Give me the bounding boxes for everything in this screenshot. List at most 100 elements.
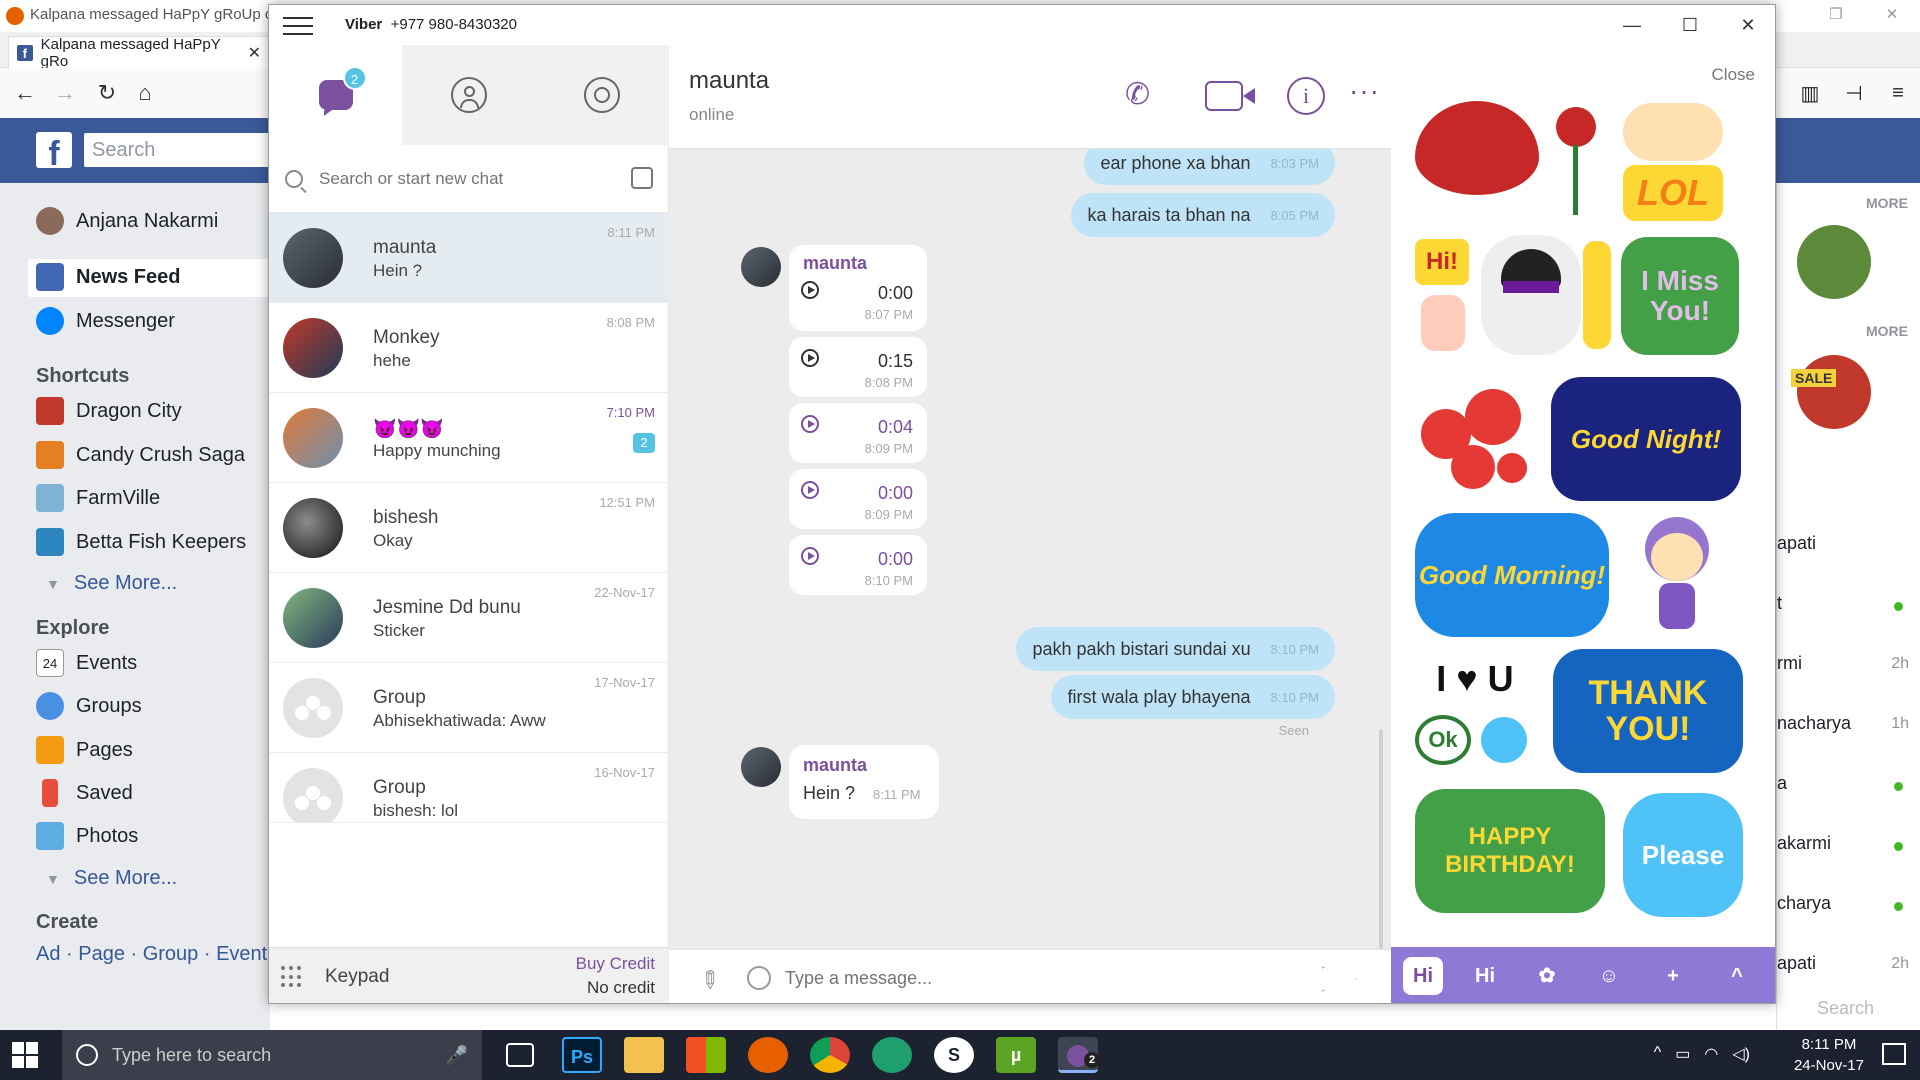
info-icon[interactable]: i (1287, 77, 1325, 115)
explore-saved[interactable]: Saved (36, 779, 133, 807)
sticker-please[interactable]: Please (1623, 793, 1743, 917)
contact-row[interactable]: charya (1777, 893, 1920, 921)
sticker-pack-hi[interactable]: Hi (1465, 957, 1505, 995)
game-thumbnail[interactable] (1797, 225, 1871, 299)
sticker-rose[interactable] (1553, 101, 1599, 221)
contact-row[interactable]: akarmi (1777, 833, 1920, 861)
close-icon[interactable]: ✕ (1864, 0, 1920, 32)
chrome-icon[interactable] (810, 1037, 850, 1073)
menu-icon[interactable]: ≡ (1876, 82, 1920, 105)
hamburger-menu-icon[interactable] (283, 17, 313, 35)
skype-icon[interactable]: S (934, 1037, 974, 1073)
explore-groups[interactable]: Groups (36, 692, 142, 720)
windows-start-icon[interactable] (12, 1042, 38, 1068)
browser-tab[interactable]: f Kalpana messaged HaPpY gRo ✕ (8, 36, 270, 70)
task-view-icon[interactable] (506, 1043, 534, 1067)
viber-taskbar-icon[interactable]: 2 (1058, 1037, 1100, 1073)
games-more-link-2[interactable]: MORE (1866, 323, 1908, 339)
file-explorer-icon[interactable] (624, 1037, 664, 1073)
conversation-item[interactable]: Group bishesh: lol 16-Nov-17 (269, 753, 669, 823)
conversation-item[interactable]: maunta Hein ? 8:11 PM (269, 213, 669, 303)
microphone-icon[interactable]: 🎤 (446, 1045, 468, 1066)
keypad-icon[interactable] (281, 966, 305, 988)
phone-call-icon[interactable]: ✆ (1125, 75, 1150, 115)
tab-contacts[interactable] (402, 45, 535, 145)
minimize-icon[interactable]: — (1603, 5, 1661, 45)
sticker-boy[interactable] (1623, 103, 1723, 161)
contact-name[interactable]: maunta (689, 67, 769, 95)
close-icon[interactable]: ✕ (1719, 5, 1775, 45)
incoming-message[interactable]: maunta Hein ? 8:11 PM (789, 745, 939, 819)
voice-message[interactable]: 0:04 8:09 PM (789, 403, 927, 463)
outgoing-message[interactable]: first wala play bhayena 8:10 PM (1051, 675, 1335, 719)
emoji-icon[interactable] (747, 966, 771, 990)
outgoing-message[interactable]: pakh pakh bistari sundai xu 8:10 PM (1016, 627, 1335, 671)
contact-row[interactable]: apati (1777, 533, 1920, 561)
play-icon[interactable] (801, 349, 819, 367)
system-clock[interactable]: 8:11 PM 24-Nov-17 (1794, 1034, 1864, 1076)
battery-icon[interactable]: ▭ (1675, 1044, 1690, 1064)
contact-row[interactable]: t (1777, 593, 1920, 621)
firefox-taskbar-icon[interactable] (748, 1037, 788, 1073)
conversation-item[interactable]: Jesmine Dd bunu Sticker 22-Nov-17 (269, 573, 669, 663)
reload-icon[interactable]: ↻ (92, 78, 122, 108)
chevron-up-icon[interactable]: ^ (1654, 1044, 1662, 1064)
game-thumbnail-sale[interactable]: SALE (1791, 355, 1871, 429)
contact-row[interactable]: rmi 2h (1777, 653, 1920, 681)
profile-link[interactable]: Anjana Nakarmi (36, 207, 218, 235)
games-more-link[interactable]: MORE (1866, 195, 1908, 211)
keypad-button[interactable]: Keypad (325, 966, 389, 988)
sticker-cool-guy[interactable] (1481, 235, 1581, 355)
home-icon[interactable]: ⌂ (130, 78, 160, 108)
explore-see-more[interactable]: ▼ See More... (46, 867, 177, 890)
conversation-item[interactable]: Monkey hehe 8:08 PM (269, 303, 669, 393)
notification-icon[interactable] (1882, 1043, 1906, 1065)
sticker-lol[interactable]: LOL (1623, 165, 1723, 221)
voice-message[interactable]: 0:15 8:08 PM (789, 337, 927, 397)
sticker-pack-hi-active[interactable]: Hi (1403, 957, 1443, 995)
message-input[interactable] (785, 964, 1265, 992)
shortcuts-see-more[interactable]: ▼ See More... (46, 572, 177, 595)
new-chat-icon[interactable] (631, 167, 653, 189)
contact-row[interactable]: nacharya 1h (1777, 713, 1920, 741)
sticker-happy-birthday[interactable]: HAPPY BIRTHDAY! (1415, 789, 1605, 913)
taskbar-search-input[interactable]: Type here to search 🎤 (62, 1030, 482, 1080)
explore-photos[interactable]: Photos (36, 822, 138, 850)
create-links[interactable]: Ad · Page · Group · Event (36, 943, 267, 966)
sticker-lips[interactable] (1415, 101, 1539, 195)
sticker-purple-girl[interactable] (1627, 513, 1727, 633)
facebook-logo[interactable]: f (36, 132, 72, 168)
send-icon[interactable] (1321, 966, 1357, 992)
conversation-item[interactable]: 😈😈😈 Happy munching 7:10 PM 2 (269, 393, 669, 483)
tab-more[interactable] (535, 45, 668, 145)
sticker-i-love-u[interactable]: I ♥ U (1415, 653, 1535, 705)
sticker-thumbs-up[interactable] (1421, 295, 1465, 351)
play-icon[interactable] (801, 547, 819, 565)
sticker-good-morning[interactable]: Good Morning! (1415, 513, 1609, 637)
restore-icon[interactable]: ❐ (1808, 0, 1864, 32)
sticker-good-night[interactable]: Good Night! (1551, 377, 1741, 501)
message-scrollbar[interactable] (1379, 729, 1383, 949)
utorrent-icon[interactable]: µ (996, 1037, 1036, 1073)
shortcut-candy-crush[interactable]: Candy Crush Saga (36, 441, 245, 469)
play-icon[interactable] (801, 281, 819, 299)
sender-avatar[interactable] (741, 247, 781, 287)
forward-icon[interactable]: → (50, 78, 80, 108)
nav-messenger[interactable]: Messenger (36, 307, 175, 335)
store-icon[interactable] (686, 1037, 726, 1073)
sticker-pack-icon[interactable]: ✿ (1527, 957, 1567, 995)
expand-sticker-panel-icon[interactable]: ^ (1717, 957, 1757, 995)
wifi-icon[interactable]: ◠ (1704, 1044, 1718, 1064)
outgoing-message[interactable]: ear phone xa bhan 8:03 PM (1084, 149, 1335, 185)
more-options-icon[interactable]: ··· (1349, 75, 1380, 107)
shortcut-dragon-city[interactable]: Dragon City (36, 397, 182, 425)
volume-icon[interactable]: ◁) (1732, 1044, 1750, 1064)
tab-close-icon[interactable]: ✕ (248, 43, 261, 63)
reader-icon[interactable]: ▥ (1788, 81, 1832, 106)
photoshop-icon[interactable]: Ps (562, 1037, 602, 1073)
shortcut-betta-fish[interactable]: Betta Fish Keepers (36, 528, 246, 556)
attachment-icon[interactable]: ✎ (692, 963, 727, 998)
contact-row[interactable]: apati 2h (1777, 953, 1920, 981)
sticker-thank-you[interactable]: THANK YOU! (1553, 649, 1743, 773)
voice-message[interactable]: 0:00 8:09 PM (789, 469, 927, 529)
